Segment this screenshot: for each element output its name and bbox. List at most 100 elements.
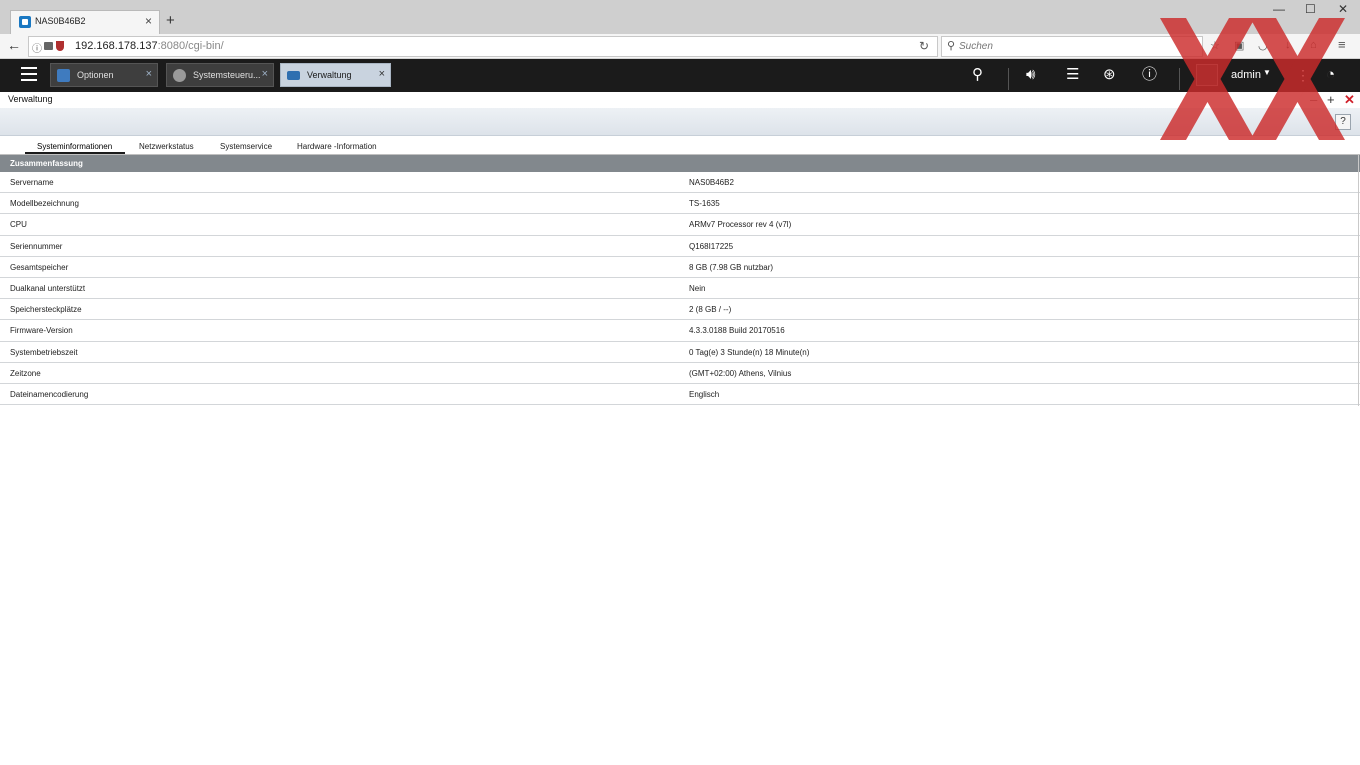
qnap-favicon-icon (19, 16, 31, 28)
row-value: 8 GB (7.98 GB nutzbar) (689, 262, 774, 272)
separator (1179, 68, 1180, 90)
row-value: ARMv7 Processor rev 4 (v7l) (689, 220, 792, 230)
row-value: Nein (689, 283, 706, 293)
bookmark-star-icon[interactable]: ☆ (1210, 39, 1220, 52)
speaker-icon[interactable]: 🔊︎ (1026, 65, 1035, 85)
row-value: (GMT+02:00) Athens, Vilnius (689, 368, 792, 378)
tab-systeminformationen[interactable]: Systeminformationen (37, 142, 112, 151)
search-icon[interactable]: ⚲ (972, 65, 983, 85)
browser-navbar: ← ⓘ 192.168.178.137:8080/cgi-bin/ ↻ ⚲ Su… (0, 34, 1360, 59)
search-icon: ⚲ (947, 40, 956, 52)
table-row: Servername NAS0B46B2 (0, 172, 1360, 194)
active-tab-indicator (25, 152, 125, 154)
browser-tab-strip: NAS0B46B2 × + — ☐ ✕ (0, 0, 1360, 34)
row-key: CPU (10, 220, 27, 230)
row-key: Seriennummer (10, 241, 63, 251)
site-permissions-icon[interactable] (44, 42, 53, 50)
browser-tab[interactable]: NAS0B46B2 × (10, 10, 160, 34)
close-app-tab-icon[interactable]: × (262, 68, 268, 80)
table-row: Firmware-Version 4.3.3.0188 Build 2017051… (0, 320, 1360, 342)
row-key: Firmware-Version (10, 326, 73, 336)
table-row: Systembetriebszeit 0 Tag(e) 3 Stunde(n) 1… (0, 341, 1360, 363)
subtab-bar: Systeminformationen Netzwerkstatus Syste… (0, 138, 1360, 155)
table-row: Gesamtspeicher 8 GB (7.98 GB nutzbar) (0, 256, 1360, 278)
main-menu-icon[interactable] (21, 67, 37, 81)
maximize-icon[interactable]: + (1327, 92, 1335, 108)
table-row: Modellbezeichnung TS-1635 (0, 193, 1360, 215)
row-value: 2 (8 GB / --) (689, 305, 732, 315)
minimize-window-icon[interactable]: — (1273, 2, 1285, 16)
close-app-tab-icon[interactable]: × (379, 68, 385, 80)
app-tab-label: Verwaltung (307, 70, 352, 80)
window-toolbar: ? (0, 108, 1360, 136)
summary-header-label: Zusammenfassung (10, 159, 83, 168)
table-row: Zeitzone (GMT+02:00) Athens, Vilnius (0, 362, 1360, 384)
maximize-window-icon[interactable]: ☐ (1305, 2, 1316, 16)
row-key: Dateinamencodierung (10, 389, 89, 399)
window-title: Verwaltung (8, 94, 53, 104)
dashboard-gauge-icon[interactable]: ◔ (1326, 65, 1335, 85)
tab-hardware-information[interactable]: Hardware -Information (297, 142, 377, 151)
user-name[interactable]: admin (1231, 69, 1261, 81)
summary-table: Servername NAS0B46B2 Modellbezeichnung TS-1… (0, 172, 1360, 406)
table-row: Dualkanal unterstützt Nein (0, 277, 1360, 300)
row-key: Modellbezeichnung (10, 199, 79, 209)
library-icon[interactable]: ▣ (1234, 39, 1244, 52)
app-tab-label: Optionen (77, 70, 114, 80)
search-bar[interactable]: ⚲ Suchen (941, 36, 1203, 57)
new-tab-button[interactable]: + (166, 12, 175, 30)
tracking-shield-icon[interactable] (56, 41, 64, 51)
chevron-down-icon[interactable]: ▼ (1263, 68, 1271, 77)
table-border (1358, 155, 1359, 406)
row-value: 0 Tag(e) 3 Stunde(n) 18 Minute(n) (689, 347, 810, 357)
reload-icon[interactable]: ↻ (919, 39, 929, 53)
app-tab-optionen[interactable]: Optionen × (50, 63, 158, 87)
search-placeholder: Suchen (959, 41, 993, 52)
table-row: CPU ARMv7 Processor rev 4 (v7l) (0, 214, 1360, 236)
browser-tab-title: NAS0B46B2 (35, 16, 86, 26)
row-value: 4.3.3.0188 Build 20170516 (689, 326, 785, 336)
info-icon[interactable]: ⓘ (32, 40, 42, 55)
hamburger-menu-icon[interactable]: ≡ (1338, 37, 1346, 52)
tab-netzwerkstatus[interactable]: Netzwerkstatus (139, 142, 194, 151)
close-tab-icon[interactable]: × (145, 14, 152, 28)
window-title-bar: Verwaltung – + ✕ (0, 92, 1360, 108)
download-icon[interactable]: ↓ (1285, 39, 1291, 51)
home-icon[interactable]: ⌂ (1310, 39, 1317, 51)
row-key: Speichersteckplätze (10, 305, 82, 315)
app-tab-label: Systemsteueru... (193, 70, 261, 80)
table-row: Speichersteckplätze 2 (8 GB / --) (0, 299, 1360, 321)
row-value: Q168I17225 (689, 241, 734, 251)
background-tasks-icon[interactable]: ☰ (1066, 65, 1079, 85)
info-icon[interactable]: ⓘ (1142, 65, 1157, 85)
pocket-icon[interactable]: ◡ (1258, 39, 1268, 52)
row-value: NAS0B46B2 (689, 178, 734, 187)
external-device-icon[interactable]: ⊛ (1103, 65, 1116, 85)
table-row: Dateinamencodierung Englisch (0, 383, 1360, 406)
row-key: Servername (10, 178, 54, 187)
row-key: Gesamtspeicher (10, 262, 69, 272)
more-options-icon[interactable]: ⋮ (1296, 67, 1310, 84)
separator (1008, 68, 1009, 90)
options-icon (57, 69, 70, 82)
minimize-icon[interactable]: – (1310, 92, 1317, 108)
url-bar[interactable]: ⓘ 192.168.178.137:8080/cgi-bin/ ↻ (28, 36, 938, 57)
qts-top-bar: Optionen × Systemsteueru... × Verwaltung… (0, 59, 1360, 92)
close-app-tab-icon[interactable]: × (146, 68, 152, 80)
row-key: Zeitzone (10, 368, 41, 378)
app-tab-systemsteuerung[interactable]: Systemsteueru... × (166, 63, 274, 87)
monitor-icon (287, 71, 300, 80)
close-icon[interactable]: ✕ (1344, 92, 1355, 108)
app-tab-verwaltung[interactable]: Verwaltung × (280, 63, 391, 87)
help-button[interactable]: ? (1335, 114, 1351, 130)
row-key: Dualkanal unterstützt (10, 283, 86, 293)
close-window-icon[interactable]: ✕ (1338, 2, 1348, 16)
tab-systemservice[interactable]: Systemservice (220, 142, 272, 151)
back-arrow-icon[interactable]: ← (7, 37, 21, 53)
avatar[interactable] (1196, 64, 1218, 86)
row-value: TS-1635 (689, 199, 720, 209)
row-value: Englisch (689, 389, 720, 399)
url-text: 192.168.178.137:8080/cgi-bin/ (75, 40, 224, 52)
row-key: Systembetriebszeit (10, 347, 78, 357)
summary-header: Zusammenfassung (0, 155, 1360, 172)
